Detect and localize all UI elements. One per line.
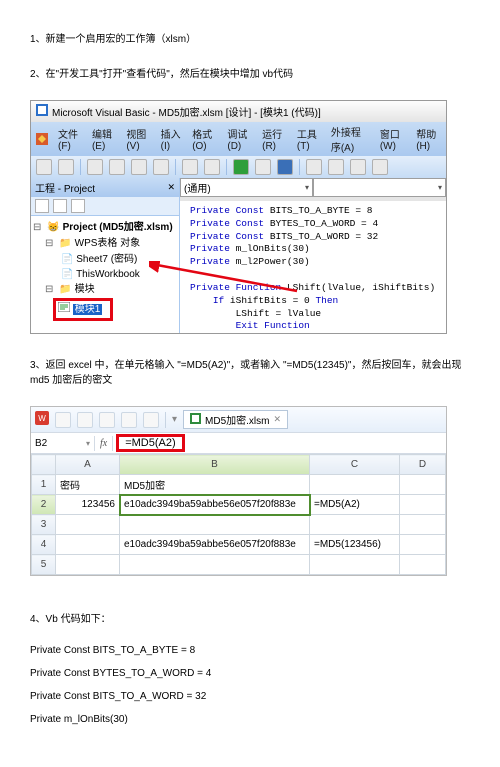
- tb-icon[interactable]: [153, 159, 169, 175]
- name-box[interactable]: B2: [31, 436, 95, 451]
- step-2-text: 2、在"开发工具"打开"查看代码"，然后在模块中增加 vb代码: [30, 65, 470, 80]
- fx-icon[interactable]: fx: [95, 436, 113, 451]
- code-line: Private Const BITS_TO_A_BYTE = 8: [30, 645, 470, 656]
- tb-run-icon[interactable]: [233, 159, 249, 175]
- menu-addins[interactable]: 外接程序(A): [331, 124, 370, 154]
- table-row: 3: [32, 515, 446, 535]
- table-row: 1 密码 MD5加密: [32, 475, 446, 495]
- table-row: 5: [32, 555, 446, 575]
- menu-file[interactable]: 文件(F): [58, 124, 82, 154]
- highlighted-module[interactable]: 模块1: [53, 298, 113, 321]
- vbe-title-text: Microsoft Visual Basic - MD5加密.xlsm [设计]…: [52, 104, 321, 119]
- menu-tools[interactable]: 工具(T): [297, 124, 321, 154]
- vbe-title-bar: Microsoft Visual Basic - MD5加密.xlsm [设计]…: [31, 101, 446, 122]
- menu-help[interactable]: 帮助(H): [416, 124, 441, 154]
- vb-icon: [36, 104, 48, 119]
- tree-sheet[interactable]: Sheet7 (密码): [76, 254, 137, 265]
- callout-arrow-icon: [149, 261, 309, 301]
- tb-icon[interactable]: [306, 159, 322, 175]
- tree-btn[interactable]: [71, 199, 85, 213]
- col-header-d[interactable]: D: [400, 455, 446, 475]
- tree-thisworkbook[interactable]: ThisWorkbook: [76, 269, 140, 280]
- menu-edit[interactable]: 编辑(E): [92, 124, 116, 154]
- tb-stop-icon[interactable]: [277, 159, 293, 175]
- tb-icon[interactable]: [87, 159, 103, 175]
- menu-run[interactable]: 运行(R): [262, 124, 287, 154]
- tb-icon[interactable]: [372, 159, 388, 175]
- col-header-b[interactable]: B: [120, 455, 310, 475]
- tb-icon[interactable]: [143, 412, 159, 428]
- col-header-a[interactable]: A: [56, 455, 120, 475]
- col-corner[interactable]: [32, 455, 56, 475]
- col-header-c[interactable]: C: [310, 455, 400, 475]
- tb-icon[interactable]: [55, 412, 71, 428]
- tree-module1[interactable]: 模块1: [73, 304, 103, 315]
- formula-bar[interactable]: B2 fx =MD5(A2): [31, 432, 446, 454]
- tree-btn[interactable]: [35, 199, 49, 213]
- pane-close-icon[interactable]: ✕: [167, 182, 175, 193]
- code-listing: Private Const BITS_TO_A_BYTE = 8 Private…: [30, 645, 470, 725]
- table-row: 4 e10adc3949ba59abbe56e057f20f883e =MD5(…: [32, 535, 446, 555]
- vbe-menu-bar[interactable]: 文件(F) 编辑(E) 视图(V) 插入(I) 格式(O) 调试(D) 运行(R…: [31, 122, 446, 156]
- tb-icon[interactable]: [350, 159, 366, 175]
- tb-icon[interactable]: [328, 159, 344, 175]
- workbook-tab-label: MD5加密.xlsm: [205, 412, 269, 427]
- active-cell[interactable]: e10adc3949ba59abbe56e057f20f883e: [120, 495, 310, 515]
- tb-icon[interactable]: [109, 159, 125, 175]
- tb-pause-icon[interactable]: [255, 159, 271, 175]
- tree-folder-objects[interactable]: WPS表格 对象: [75, 238, 141, 249]
- tb-icon[interactable]: [121, 412, 137, 428]
- table-row: 2 123456 e10adc3949ba59abbe56e057f20f883…: [32, 495, 446, 515]
- menu-debug[interactable]: 调试(D): [227, 124, 252, 154]
- code-line: Private m_lOnBits(30): [30, 714, 470, 725]
- menu-view[interactable]: 视图(V): [126, 124, 150, 154]
- step-3-text: 3、返回 excel 中，在单元格输入 "=MD5(A2)"，或者输入 "=MD…: [30, 356, 470, 386]
- vbe-toolbar[interactable]: [31, 156, 446, 178]
- tb-icon[interactable]: [36, 159, 52, 175]
- code-line: Private Const BYTES_TO_A_WORD = 4: [30, 668, 470, 679]
- wps-icon[interactable]: W: [35, 411, 49, 428]
- vbe-window: Microsoft Visual Basic - MD5加密.xlsm [设计]…: [30, 100, 447, 334]
- menu-window[interactable]: 窗口(W): [380, 124, 406, 154]
- workbook-tab[interactable]: MD5加密.xlsm ✕: [183, 410, 288, 429]
- menu-format[interactable]: 格式(O): [192, 124, 217, 154]
- excel-window: W ▾ MD5加密.xlsm ✕ B2 fx =MD5(A2) A B C D …: [30, 406, 447, 576]
- tab-close-icon[interactable]: ✕: [273, 414, 281, 425]
- sheet-icon: [190, 413, 201, 427]
- vb-sys-icon[interactable]: [36, 124, 48, 154]
- code-line: Private Const BITS_TO_A_WORD = 32: [30, 691, 470, 702]
- tb-icon[interactable]: [58, 159, 74, 175]
- tree-btn[interactable]: [53, 199, 67, 213]
- project-pane-title: 工程 - Project ✕: [31, 178, 179, 197]
- module-icon: [58, 304, 73, 315]
- tree-root[interactable]: Project (MD5加密.xlsm): [63, 222, 173, 233]
- proc-name-dropdown[interactable]: [313, 178, 446, 197]
- formula-input[interactable]: =MD5(A2): [113, 433, 187, 453]
- tb-icon[interactable]: [204, 159, 220, 175]
- tb-icon[interactable]: [99, 412, 115, 428]
- tree-folder-modules[interactable]: 模块: [75, 284, 95, 295]
- svg-text:W: W: [38, 414, 46, 423]
- highlighted-formula: =MD5(A2): [116, 434, 184, 452]
- tb-icon[interactable]: [77, 412, 93, 428]
- spreadsheet-grid[interactable]: A B C D 1 密码 MD5加密 2 123456 e10adc3949ba…: [31, 454, 446, 575]
- menu-insert[interactable]: 插入(I): [161, 124, 183, 154]
- step-4-text: 4、Vb 代码如下：: [30, 610, 470, 625]
- tb-icon[interactable]: [182, 159, 198, 175]
- dropdown-icon[interactable]: ▾: [172, 414, 177, 425]
- step-1-text: 1、新建一个启用宏的工作簿（xlsm）: [30, 30, 470, 45]
- excel-toolbar[interactable]: W ▾ MD5加密.xlsm ✕: [31, 407, 446, 432]
- proc-scope-dropdown[interactable]: (通用): [180, 178, 313, 197]
- tb-icon[interactable]: [131, 159, 147, 175]
